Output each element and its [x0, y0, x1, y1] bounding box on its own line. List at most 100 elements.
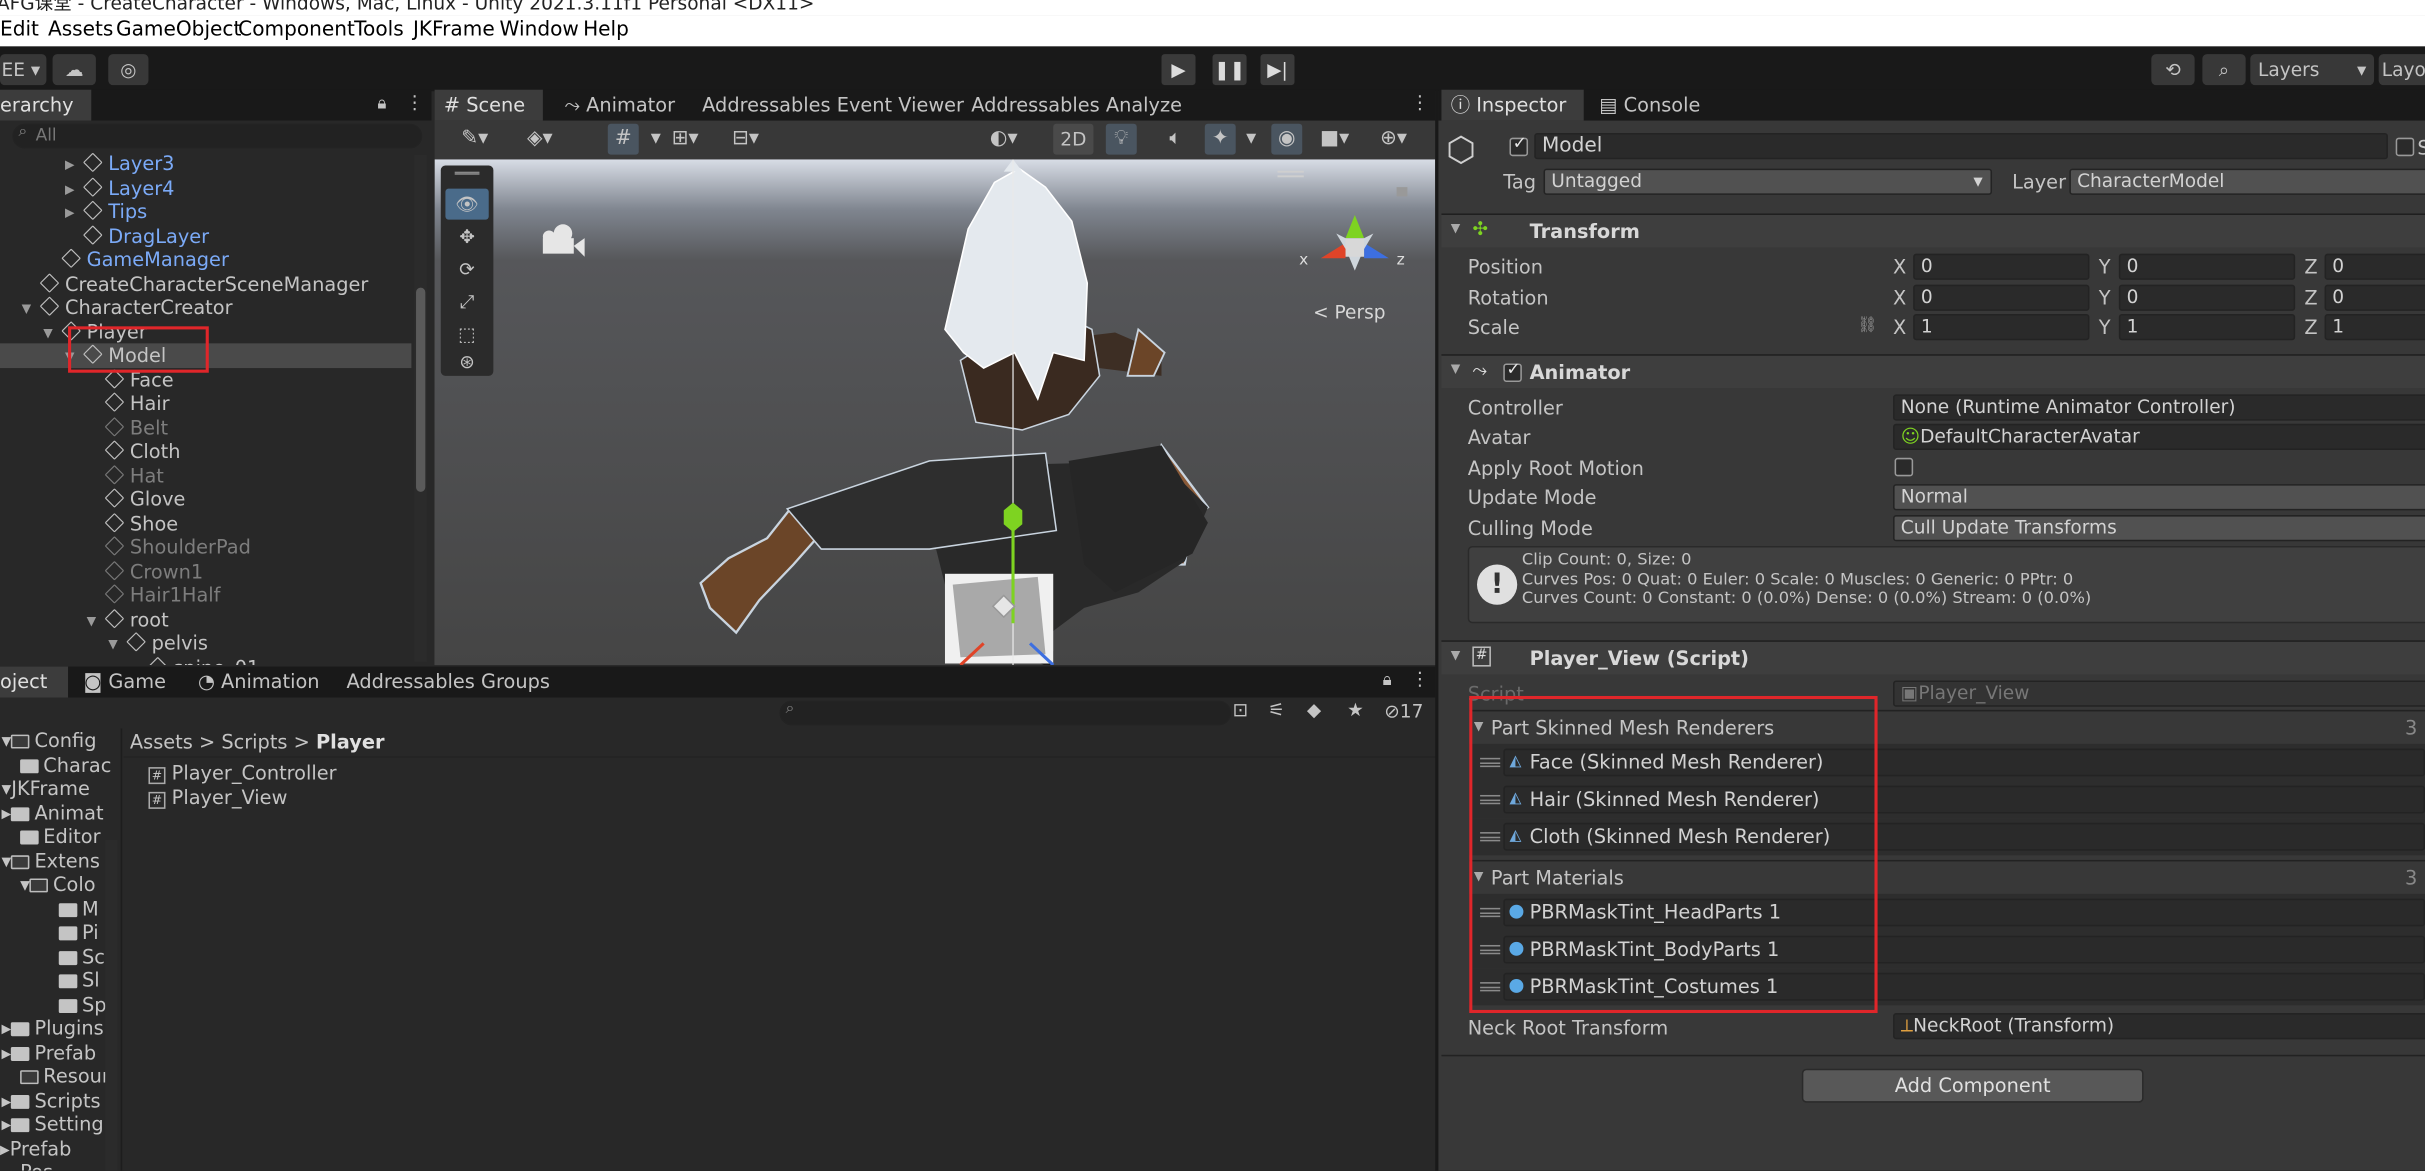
file-row[interactable]: # Player_Controller [148, 761, 337, 785]
folder-row[interactable]: ▾JKFrame [0, 776, 90, 800]
culling-mode-dropdown[interactable]: Cull Update Transforms [1893, 515, 2425, 542]
chevron-down-icon[interactable]: ▼ [1451, 362, 1461, 376]
folder-row[interactable]: Editor [0, 824, 101, 848]
folder-row[interactable]: Sl [0, 968, 100, 992]
folder-row[interactable]: ▸ Plugins [0, 1016, 104, 1040]
folder-row[interactable]: Charac [0, 752, 111, 776]
constrain-proportions-icon[interactable]: ⛓︎ [1857, 317, 1877, 334]
folder-row[interactable]: ▸Prefab [0, 1136, 71, 1160]
position-x-field[interactable]: 0 [1913, 253, 2090, 280]
rotation-z-field[interactable]: 0 [2324, 284, 2425, 311]
folder-row[interactable]: ▸ Scripts [0, 1088, 101, 1112]
tab-console[interactable]: ▤ Console [1590, 90, 1700, 121]
increment-snap-icon[interactable]: ⊞▾ [670, 124, 701, 155]
favorite-star-icon[interactable]: ★ [1347, 699, 1364, 721]
tree-row[interactable]: Shoe [0, 511, 411, 535]
camera-icon[interactable]: ■▾ [1319, 124, 1350, 155]
menu-component[interactable]: Component [238, 19, 355, 42]
chevron-down-icon[interactable]: ▼ [1451, 648, 1461, 662]
rotation-y-field[interactable]: 0 [2118, 284, 2296, 311]
transform-header[interactable]: ▼ ✣ Transform [1441, 213, 2425, 248]
view-tool-icon[interactable]: 👁︎ [445, 188, 489, 220]
animator-enabled-checkbox[interactable] [1503, 359, 1522, 383]
tree-row[interactable]: ▼ pelvis [0, 631, 411, 655]
tree-row[interactable]: Belt [0, 415, 411, 439]
panel-splitter[interactable] [1435, 89, 1439, 1171]
search-icon[interactable]: ⌕ [2202, 54, 2246, 86]
tree-row[interactable]: DragLayer [0, 223, 411, 247]
tree-row[interactable]: Hat [0, 463, 411, 487]
menu-jkframe[interactable]: JKFrame [413, 19, 495, 42]
folder-row[interactable]: Sp [0, 992, 107, 1016]
breadcrumb-assets[interactable]: Assets [130, 730, 193, 753]
tree-row[interactable]: Hair [0, 391, 411, 415]
filter-icon[interactable]: ⚟ [1268, 699, 1285, 721]
pause-button[interactable]: ❚❚ [1212, 54, 1247, 86]
chevron-down-icon[interactable]: ▾ [640, 124, 671, 155]
tab-animator[interactable]: ⤳ Animator [555, 90, 676, 121]
tree-row[interactable]: ▶ Tips [0, 200, 411, 224]
shading-icon[interactable]: ◐▾ [988, 124, 1019, 155]
scale-y-field[interactable]: 1 [2118, 313, 2296, 341]
hidden-packages-counter[interactable]: ⊘17 [1384, 701, 1423, 723]
menu-gameobject[interactable]: GameObject [116, 19, 241, 42]
visibility-icon[interactable]: ◉ [1271, 123, 1303, 155]
folder-row[interactable]: ▾ Colo [0, 872, 95, 896]
hierarchy-scrollbar[interactable] [414, 154, 427, 662]
effects-icon[interactable]: ✦ [1204, 123, 1236, 155]
folder-row[interactable]: ▸ Animat [0, 800, 104, 824]
menu-help[interactable]: Help [583, 19, 629, 42]
rotation-x-field[interactable]: 0 [1913, 284, 2090, 311]
tree-row[interactable]: GameManager [0, 247, 411, 271]
tab-animation[interactable]: ◔ Animation [189, 667, 320, 698]
move-tool-icon[interactable]: ✥ [445, 221, 488, 252]
menu-window[interactable]: Window [500, 19, 579, 42]
folder-row[interactable]: Pi [0, 920, 99, 944]
tree-row[interactable]: CreateCharacterSceneManager [0, 271, 411, 295]
controller-field[interactable]: None (Runtime Animator Controller) [1893, 394, 2425, 421]
menu-assets[interactable]: Assets [48, 19, 113, 42]
lighting-icon[interactable]: 💡︎ [1105, 123, 1137, 155]
tree-row[interactable]: ▼spine_01 [0, 655, 411, 666]
folder-row[interactable]: ▾ Config [0, 728, 97, 752]
add-component-button[interactable]: Add Component [1801, 1068, 2144, 1103]
lock-icon[interactable]: 🔒︎ [377, 93, 386, 115]
scale-x-field[interactable]: 1 [1913, 313, 2090, 341]
tree-row[interactable]: Glove [0, 487, 411, 511]
tab-scene[interactable]: # Scene [434, 89, 543, 121]
tree-row[interactable]: Crown1 [0, 559, 411, 583]
tree-row[interactable]: ▼ CharacterCreator [0, 295, 411, 319]
folder-row[interactable]: ▾ Extens [0, 848, 100, 872]
tab-project[interactable]: oject [0, 666, 69, 698]
scale-tool-icon[interactable]: ⤢ [445, 286, 488, 317]
folder-row[interactable]: M [0, 896, 99, 920]
update-mode-dropdown[interactable]: Normal [1893, 484, 2425, 511]
cloud-icon[interactable]: ☁ [52, 54, 96, 86]
tree-row[interactable]: Hair1Half [0, 583, 411, 607]
project-search-input[interactable] [779, 700, 1232, 726]
folder-row[interactable]: Sc [0, 944, 105, 968]
breadcrumb-scripts[interactable]: Scripts [221, 730, 287, 753]
play-button[interactable]: ▶ [1161, 54, 1196, 86]
menu-edit[interactable]: Edit [0, 19, 39, 42]
tab-addressables-event-viewer[interactable]: Addressables Event Viewer [693, 90, 964, 121]
draw-mode-icon[interactable]: ✎▾ [459, 124, 490, 155]
projection-toggle[interactable]: < Persp [1313, 302, 1385, 324]
apply-root-motion-checkbox[interactable] [1894, 457, 1914, 477]
scale-z-field[interactable]: 1 [2324, 313, 2425, 341]
avatar-field[interactable]: ☺︎DefaultCharacterAvatar [1893, 423, 2425, 451]
scrollbar-thumb[interactable] [416, 287, 426, 492]
rect-tool-icon[interactable]: ⬚ [445, 319, 488, 350]
tab-addressables-groups[interactable]: Addressables Groups [337, 667, 550, 698]
static-checkbox[interactable] [2395, 137, 2415, 157]
folder-row[interactable]: Resour [0, 1064, 110, 1088]
tab-inspector[interactable]: ⓘ Inspector [1441, 89, 1584, 121]
file-row[interactable]: # Player_View [148, 785, 287, 809]
tree-row[interactable]: Cloth [0, 439, 411, 463]
menu-tools[interactable]: Tools [354, 19, 404, 42]
folder-row[interactable]: ▸Prefab [0, 1040, 97, 1064]
player-view-header[interactable]: ▼ # Player_View (Script) [1441, 640, 2425, 675]
render-mode-icon[interactable]: ◈▾ [524, 124, 555, 155]
search-by-type-icon[interactable]: ⊡ [1233, 699, 1249, 721]
hierarchy-search-input[interactable]: All [12, 123, 423, 149]
